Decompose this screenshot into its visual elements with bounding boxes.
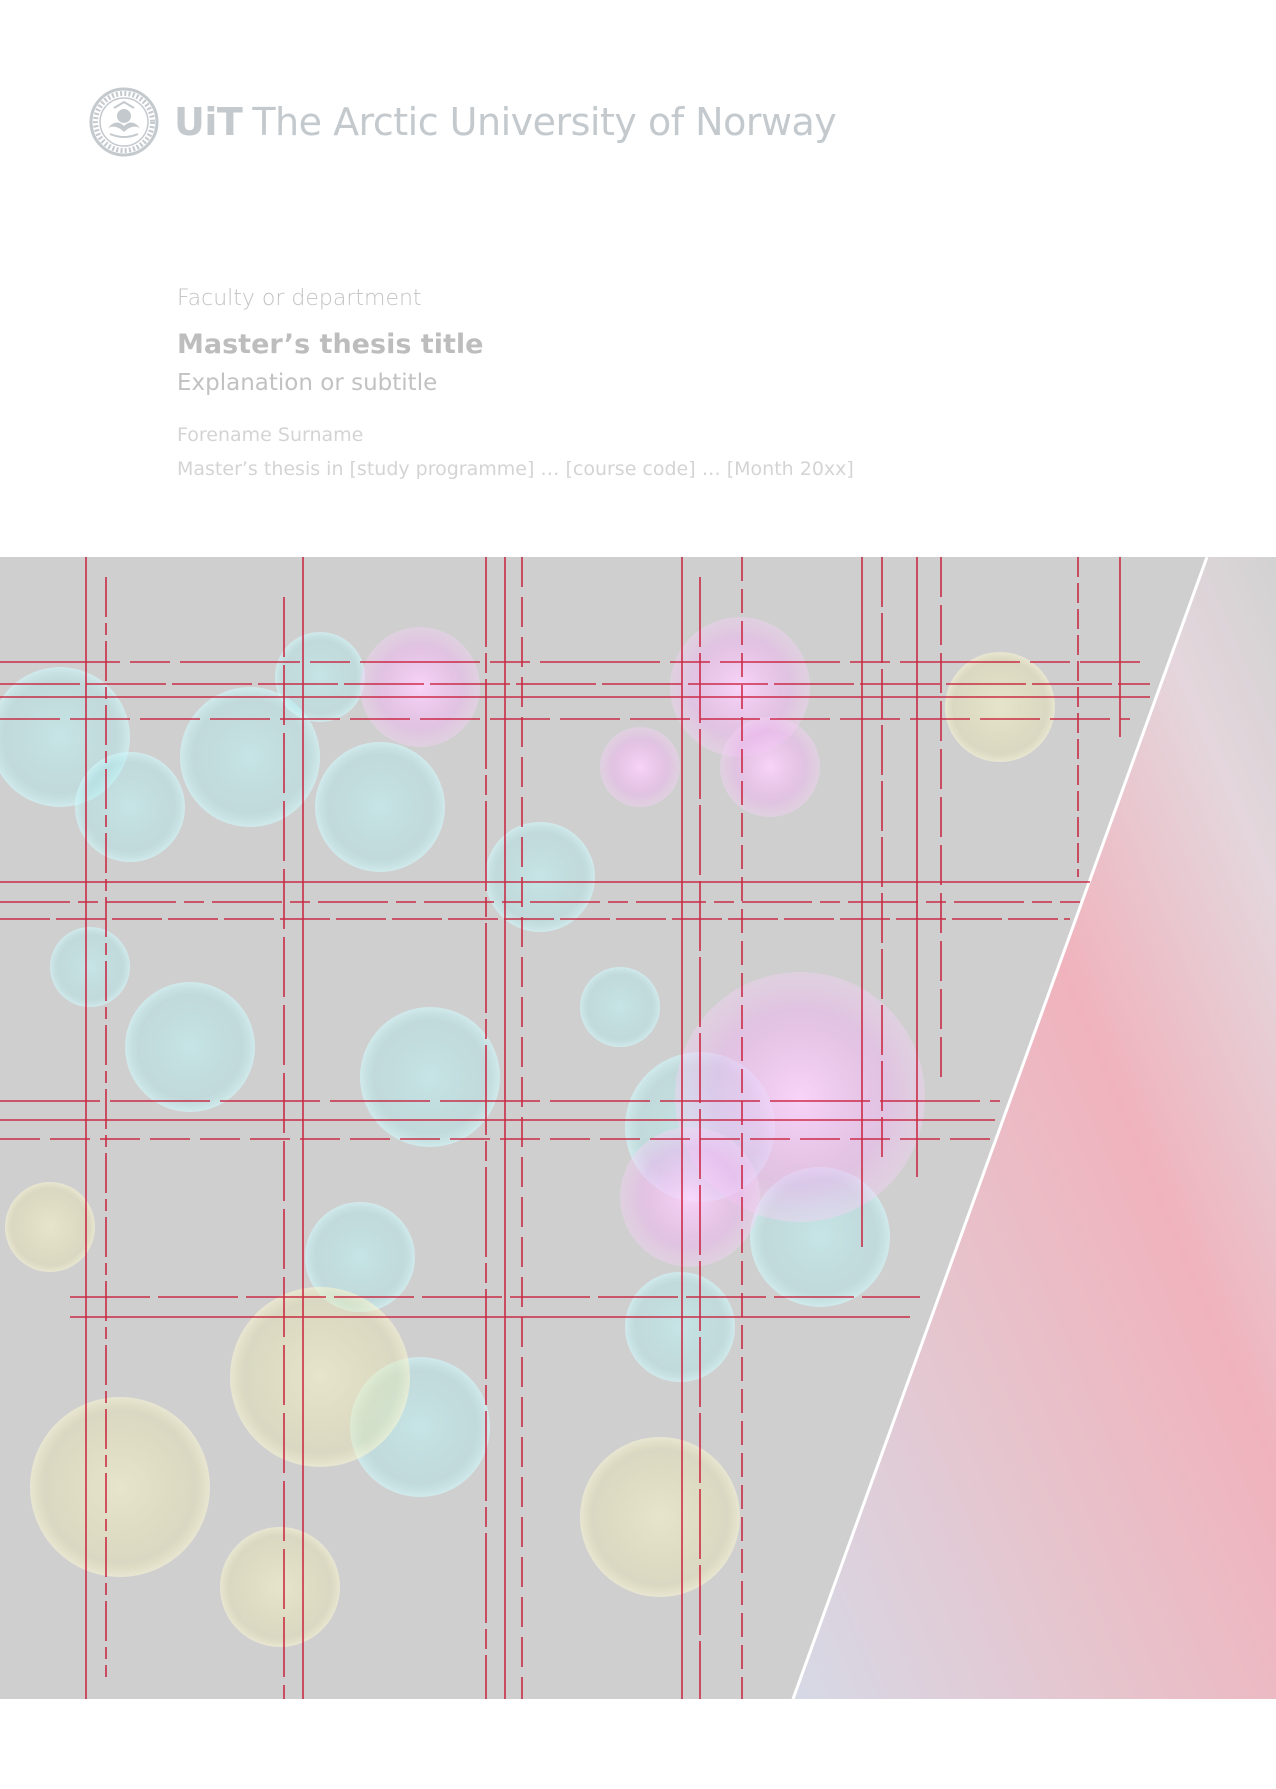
title-block: Faculty or department Master’s thesis ti… xyxy=(177,282,1157,484)
uit-logo: UiT The Arctic University of Norway xyxy=(88,86,837,158)
logo-bold-text: UiT xyxy=(174,100,243,144)
programme-line: Master’s thesis in [study programme] … [… xyxy=(177,458,854,480)
thesis-cover-page: UiT The Arctic University of Norway Facul… xyxy=(0,0,1276,1789)
logo-university-name: The Arctic University of Norway xyxy=(252,100,837,144)
uit-seal-icon xyxy=(89,87,159,157)
thesis-title: Master’s thesis title xyxy=(177,329,484,360)
author-name: Forename Surname xyxy=(177,424,364,446)
thesis-subtitle: Explanation or subtitle xyxy=(177,370,438,396)
faculty-label: Faculty or department xyxy=(177,286,422,311)
cover-image xyxy=(0,557,1276,1699)
cover-image-art xyxy=(0,557,1276,1699)
uit-wordmark: UiT The Arctic University of Norway xyxy=(174,100,837,144)
